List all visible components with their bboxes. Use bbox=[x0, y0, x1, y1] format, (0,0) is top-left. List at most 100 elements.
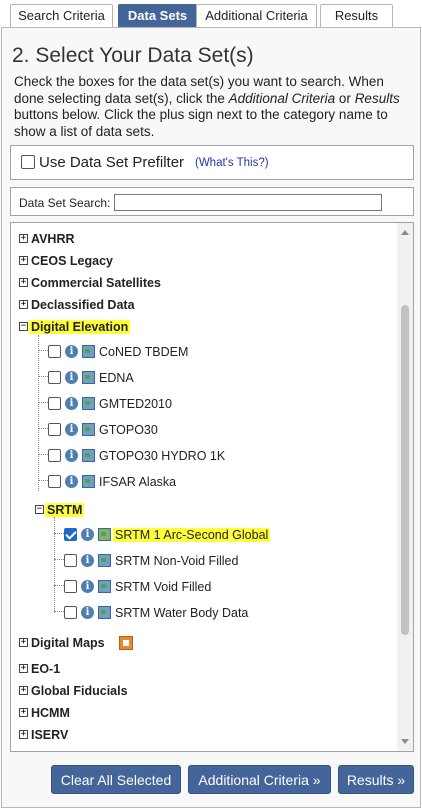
dataset-label[interactable]: IFSAR Alaska bbox=[99, 475, 176, 489]
dataset-label[interactable]: GMTED2010 bbox=[99, 397, 172, 411]
tab-search-criteria[interactable]: Search Criteria bbox=[10, 4, 113, 28]
info-icon[interactable]: i bbox=[81, 554, 94, 567]
expand-plus-icon[interactable]: + bbox=[19, 730, 28, 739]
results-button[interactable]: Results » bbox=[338, 765, 414, 794]
map-preview-icon[interactable] bbox=[98, 528, 111, 541]
expand-plus-icon[interactable]: + bbox=[19, 300, 28, 309]
clear-all-selected-button[interactable]: Clear All Selected bbox=[51, 765, 181, 794]
dataset-label[interactable]: EDNA bbox=[99, 371, 134, 385]
dataset-label[interactable]: SRTM Non-Void Filled bbox=[115, 554, 238, 568]
dataset-label[interactable]: SRTM 1 Arc-Second Global bbox=[113, 528, 271, 542]
tab-data-sets[interactable]: Data Sets bbox=[118, 4, 197, 28]
dataset-item[interactable]: i CoNED TBDEM bbox=[48, 343, 348, 361]
collapse-minus-icon[interactable]: − bbox=[35, 505, 44, 514]
tree-category-declassified-data[interactable]: + Declassified Data bbox=[19, 297, 219, 315]
info-icon[interactable]: i bbox=[65, 345, 78, 358]
prefilter-label[interactable]: Use Data Set Prefilter bbox=[39, 154, 184, 171]
info-icon[interactable]: i bbox=[81, 606, 94, 619]
dataset-checkbox[interactable] bbox=[48, 423, 61, 436]
category-label[interactable]: ISERV bbox=[31, 728, 68, 742]
scroll-up-arrow-icon[interactable] bbox=[401, 230, 409, 235]
info-icon[interactable]: i bbox=[81, 580, 94, 593]
info-icon[interactable]: i bbox=[65, 371, 78, 384]
tree-scrollbar[interactable] bbox=[397, 223, 413, 751]
tree-category-digital-maps[interactable]: + Digital Maps bbox=[19, 635, 219, 653]
category-label[interactable]: SRTM bbox=[45, 503, 85, 517]
info-icon[interactable]: i bbox=[81, 528, 94, 541]
dataset-checkbox[interactable] bbox=[48, 345, 61, 358]
dataset-search-input[interactable] bbox=[114, 194, 382, 211]
dataset-item[interactable]: i EDNA bbox=[48, 369, 348, 387]
scroll-down-arrow-icon[interactable] bbox=[401, 739, 409, 744]
whats-this-link[interactable]: (What's This?) bbox=[195, 157, 269, 169]
map-preview-icon[interactable] bbox=[82, 423, 95, 436]
dataset-checkbox[interactable] bbox=[64, 580, 77, 593]
expand-plus-icon[interactable]: + bbox=[19, 278, 28, 287]
dataset-checkbox[interactable] bbox=[64, 528, 77, 541]
dataset-item[interactable]: i IFSAR Alaska bbox=[48, 473, 348, 491]
bulk-download-icon[interactable] bbox=[119, 636, 133, 650]
map-preview-icon[interactable] bbox=[82, 371, 95, 384]
page-title: 2. Select Your Data Set(s) bbox=[12, 44, 254, 67]
dataset-item[interactable]: i SRTM Non-Void Filled bbox=[64, 552, 364, 570]
map-preview-icon[interactable] bbox=[82, 449, 95, 462]
category-label[interactable]: Global Fiducials bbox=[31, 684, 128, 698]
tab-additional-criteria[interactable]: Additional Criteria bbox=[196, 4, 317, 28]
collapse-minus-icon[interactable]: − bbox=[19, 322, 28, 331]
additional-criteria-button[interactable]: Additional Criteria » bbox=[188, 765, 331, 794]
map-preview-icon[interactable] bbox=[98, 554, 111, 567]
category-label[interactable]: HCMM bbox=[31, 706, 70, 720]
dataset-label[interactable]: CoNED TBDEM bbox=[99, 345, 188, 359]
map-preview-icon[interactable] bbox=[98, 580, 111, 593]
map-preview-icon[interactable] bbox=[98, 606, 111, 619]
info-icon[interactable]: i bbox=[65, 423, 78, 436]
expand-plus-icon[interactable]: + bbox=[19, 234, 28, 243]
tree-category-commercial-satellites[interactable]: + Commercial Satellites bbox=[19, 275, 219, 293]
dataset-item[interactable]: i GMTED2010 bbox=[48, 395, 348, 413]
category-label[interactable]: Declassified Data bbox=[31, 298, 135, 312]
info-icon[interactable]: i bbox=[65, 397, 78, 410]
tree-category-iserv[interactable]: + ISERV bbox=[19, 727, 219, 745]
dataset-checkbox[interactable] bbox=[64, 554, 77, 567]
category-label[interactable]: Commercial Satellites bbox=[31, 276, 161, 290]
category-label[interactable]: Digital Elevation bbox=[29, 320, 131, 334]
dataset-checkbox[interactable] bbox=[48, 397, 61, 410]
tree-category-hcmm[interactable]: + HCMM bbox=[19, 705, 219, 723]
expand-plus-icon[interactable]: + bbox=[19, 256, 28, 265]
dataset-label[interactable]: SRTM Water Body Data bbox=[115, 606, 248, 620]
dataset-item[interactable]: i SRTM Void Filled bbox=[64, 578, 364, 596]
dataset-checkbox[interactable] bbox=[64, 606, 77, 619]
dataset-checkbox[interactable] bbox=[48, 449, 61, 462]
map-preview-icon[interactable] bbox=[82, 345, 95, 358]
dataset-item[interactable]: i SRTM Water Body Data bbox=[64, 604, 364, 622]
prefilter-checkbox[interactable] bbox=[21, 155, 35, 169]
expand-plus-icon[interactable]: + bbox=[19, 664, 28, 673]
tab-results[interactable]: Results bbox=[320, 4, 393, 28]
category-label[interactable]: AVHRR bbox=[31, 232, 75, 246]
tree-subcategory-srtm[interactable]: − SRTM bbox=[35, 502, 155, 520]
expand-plus-icon[interactable]: + bbox=[19, 708, 28, 717]
dataset-checkbox[interactable] bbox=[48, 475, 61, 488]
category-label[interactable]: Digital Maps bbox=[31, 636, 105, 650]
tree-category-digital-elevation[interactable]: − Digital Elevation bbox=[19, 319, 219, 337]
dataset-label[interactable]: SRTM Void Filled bbox=[115, 580, 211, 594]
map-preview-icon[interactable] bbox=[82, 475, 95, 488]
dataset-checkbox[interactable] bbox=[48, 371, 61, 384]
tree-category-global-fiducials[interactable]: + Global Fiducials bbox=[19, 683, 219, 701]
info-icon[interactable]: i bbox=[65, 475, 78, 488]
category-label[interactable]: EO-1 bbox=[31, 662, 60, 676]
scrollbar-thumb[interactable] bbox=[401, 305, 409, 635]
info-icon[interactable]: i bbox=[65, 449, 78, 462]
tree-category-avhrr[interactable]: + AVHRR bbox=[19, 231, 219, 249]
dataset-item[interactable]: i SRTM 1 Arc-Second Global bbox=[64, 526, 364, 544]
dataset-item[interactable]: i GTOPO30 HYDRO 1K bbox=[48, 447, 348, 465]
tree-category-ceos-legacy[interactable]: + CEOS Legacy bbox=[19, 253, 219, 271]
category-label[interactable]: CEOS Legacy bbox=[31, 254, 113, 268]
dataset-label[interactable]: GTOPO30 HYDRO 1K bbox=[99, 449, 225, 463]
expand-plus-icon[interactable]: + bbox=[19, 638, 28, 647]
tree-category-eo-1[interactable]: + EO-1 bbox=[19, 661, 219, 679]
map-preview-icon[interactable] bbox=[82, 397, 95, 410]
expand-plus-icon[interactable]: + bbox=[19, 686, 28, 695]
dataset-label[interactable]: GTOPO30 bbox=[99, 423, 158, 437]
dataset-item[interactable]: i GTOPO30 bbox=[48, 421, 348, 439]
